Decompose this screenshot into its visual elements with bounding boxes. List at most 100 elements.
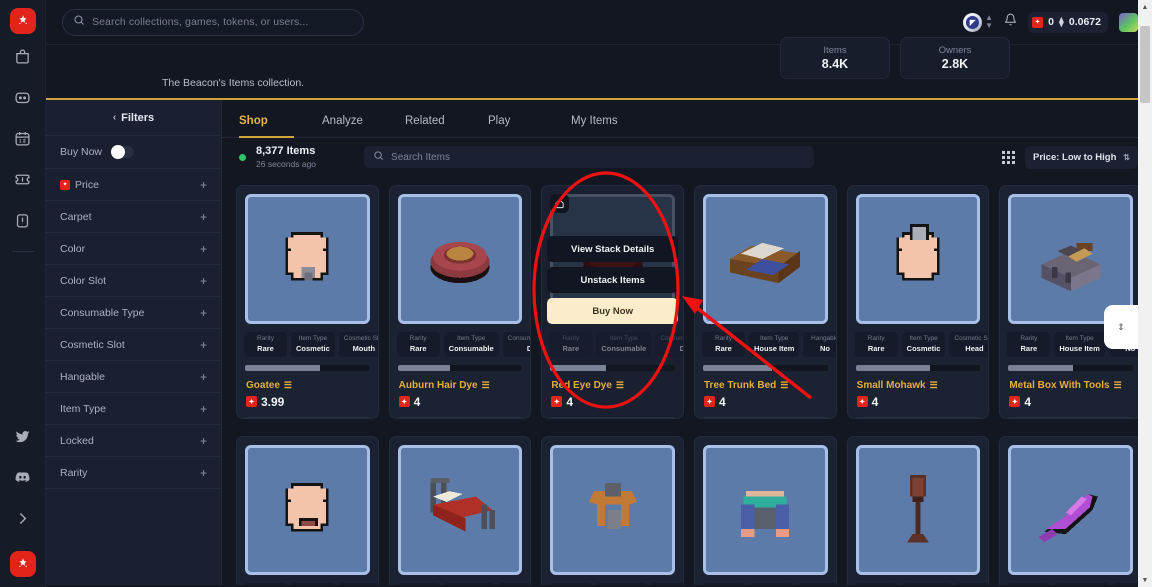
item-card[interactable]: RarityRareItem TypeConsumableConsumable …: [999, 436, 1142, 585]
grid-view-icon[interactable]: [1002, 150, 1015, 164]
item-attributes: RarityRareItem TypeConsumableConsumable …: [1000, 583, 1141, 585]
magic-token-icon: ✦: [551, 396, 563, 408]
global-search-input[interactable]: Search collections, games, tokens, or us…: [62, 8, 364, 36]
item-thumbnail: [703, 194, 828, 324]
item-card[interactable]: RarityRareItem TypeCosmeticCosmetic Slot…: [846, 185, 990, 419]
attribute-chip: Item TypeConsumable: [443, 332, 499, 357]
expand-icon: +: [199, 337, 207, 352]
tab-shop[interactable]: Shop: [239, 115, 322, 138]
context-menu-item-view-stack-details[interactable]: View Stack Details: [547, 236, 678, 262]
sidebar-item-tickets[interactable]: [6, 166, 40, 198]
attribute-key: Rarity: [409, 335, 427, 342]
filter-row-consumable-type[interactable]: Consumable Type +: [46, 297, 221, 329]
marketplace-app: Search collections, games, tokens, or us…: [0, 0, 1152, 587]
tab-play[interactable]: Play: [488, 115, 571, 137]
filter-row-cosmetic-slot[interactable]: Cosmetic Slot +: [46, 329, 221, 361]
filter-row-item-type[interactable]: Item Type +: [46, 393, 221, 425]
wallet-balance[interactable]: ✦ 0 ⧫ 0.0672: [1028, 11, 1108, 33]
attribute-chip: RarityRare: [396, 332, 440, 357]
filter-row-rarity[interactable]: Rarity +: [46, 457, 221, 489]
tab-my-items[interactable]: My Items: [571, 115, 654, 137]
home-icon[interactable]: [550, 194, 570, 213]
tab-analyze[interactable]: Analyze: [322, 115, 405, 137]
attribute-chip: Consumable TypeDye: [1113, 583, 1141, 585]
attribute-chip: Cosmetic SlotHead: [949, 332, 989, 357]
filter-label: Color Slot: [60, 274, 107, 287]
avatar[interactable]: [1119, 12, 1138, 32]
expand-icon: +: [199, 401, 207, 416]
expand-rail-button[interactable]: [6, 505, 40, 537]
context-menu-item-buy-now[interactable]: Buy Now: [547, 298, 678, 324]
attribute-chip: Item TypeHouse Item: [1054, 332, 1105, 357]
items-toolbar: 8,377 Items 26 seconds ago Search Items …: [222, 138, 1152, 176]
side-panel-tab[interactable]: ⇕: [1104, 305, 1138, 349]
sidebar-item-calendar[interactable]: [6, 125, 40, 157]
item-card[interactable]: RarityRareItem TypeHouse ItemHangableNo: [541, 436, 684, 585]
item-card[interactable]: RarityRareItem TypeCosmeticCosmetic Slot…: [694, 436, 837, 585]
item-name-row: Tree Trunk Bed ☰: [704, 380, 827, 391]
sidebar-item-docs[interactable]: [6, 207, 40, 239]
attribute-chip: Item TypeCosmetic: [749, 583, 793, 585]
item-name-row: Auburn Hair Dye ☰: [399, 380, 522, 391]
item-attributes: RarityRareItem TypeCosmeticCosmetic Slot…: [848, 332, 989, 357]
expand-icon: +: [199, 465, 207, 480]
item-attributes: RarityRareItem TypeCosmeticCosmetic Slot…: [237, 332, 378, 357]
filter-row-hangable[interactable]: Hangable +: [46, 361, 221, 393]
sidebar-item-games[interactable]: [6, 84, 40, 116]
sort-dropdown[interactable]: Price: Low to High ⇅: [1025, 145, 1138, 169]
filter-row-color[interactable]: Color +: [46, 233, 221, 265]
attribute-chip: Item TypeCosmetic: [901, 332, 946, 357]
filter-label: Consumable Type: [60, 306, 145, 319]
filter-label: Cosmetic Slot: [60, 338, 125, 351]
context-menu-item-unstack-items[interactable]: Unstack Items: [547, 267, 678, 293]
filter-buy-now[interactable]: Buy Now: [46, 136, 221, 169]
stat-label: Owners: [938, 45, 972, 56]
attribute-chip: RarityRare: [702, 332, 745, 357]
item-price: 4: [413, 394, 421, 409]
item-card[interactable]: RarityRareItem TypeHouse ItemHangableNo: [388, 436, 532, 585]
scroll-up-icon[interactable]: ▲: [1138, 0, 1152, 14]
page-scrollbar[interactable]: ▲ ▼: [1138, 0, 1152, 587]
item-card[interactable]: RarityRareItem TypeHouse ItemHangableNoT…: [694, 185, 837, 419]
filters-header[interactable]: ‹ Filters: [46, 100, 221, 136]
tab-related[interactable]: Related: [405, 115, 488, 137]
page-scrollbar-thumb[interactable]: [1140, 26, 1150, 103]
filter-row-locked[interactable]: Locked +: [46, 425, 221, 457]
search-icon: [373, 148, 384, 166]
filter-row-price[interactable]: ✦ Price +: [46, 169, 221, 201]
items-search-placeholder: Search Items: [391, 151, 450, 163]
filter-row-color-slot[interactable]: Color Slot +: [46, 265, 221, 297]
stack-icon: ☰: [481, 379, 490, 390]
search-icon: [73, 13, 85, 31]
buy-now-toggle[interactable]: [111, 145, 135, 159]
attribute-chip: RarityRare: [549, 583, 593, 585]
attribute-chip: Cosmetic SlotMouth: [338, 583, 378, 585]
discord-link[interactable]: [6, 464, 40, 496]
item-price: 4: [566, 394, 574, 409]
treasure-logo-bottom[interactable]: [9, 551, 36, 577]
attribute-value: House Item: [1059, 343, 1100, 353]
chain-selector[interactable]: ◤ ▲ ▼: [963, 12, 993, 32]
sidebar-item-marketplace[interactable]: [6, 43, 40, 75]
item-card[interactable]: RarityRareItem TypeCosmeticCosmetic Slot…: [236, 436, 379, 585]
item-name: Tree Trunk Bed: [704, 379, 777, 391]
treasure-logo[interactable]: [9, 8, 36, 34]
notifications-button[interactable]: [1004, 13, 1017, 31]
card-divider: [1009, 416, 1132, 418]
attribute-chip: HangableNo: [498, 583, 531, 585]
items-search-input[interactable]: Search Items: [364, 146, 815, 168]
attribute-key: Cosmetic Slot: [954, 335, 988, 342]
item-card[interactable]: RarityRareItem TypeCosmeticCosmetic Slot…: [236, 185, 379, 419]
item-card[interactable]: View Stack Details Unstack Items Buy Now Ra…: [541, 185, 684, 419]
scroll-down-icon[interactable]: ▼: [1138, 573, 1152, 587]
attribute-value: Rare: [867, 343, 885, 353]
attribute-value: Rare: [715, 343, 732, 353]
item-card[interactable]: RarityRareItem TypeHouse ItemHangableNoM…: [999, 185, 1142, 419]
twitter-link[interactable]: [6, 423, 40, 455]
filter-row-carpet[interactable]: Carpet +: [46, 201, 221, 233]
item-card[interactable]: RarityRareItem TypeConsumableConsumable …: [388, 185, 532, 419]
filters-title: Filters: [121, 111, 155, 124]
item-name: Goatee: [246, 379, 280, 391]
item-card[interactable]: RarityRareItem TypeHouse ItemHangableNo: [846, 436, 990, 585]
attribute-chip: Consumable TypeDye: [655, 332, 683, 357]
